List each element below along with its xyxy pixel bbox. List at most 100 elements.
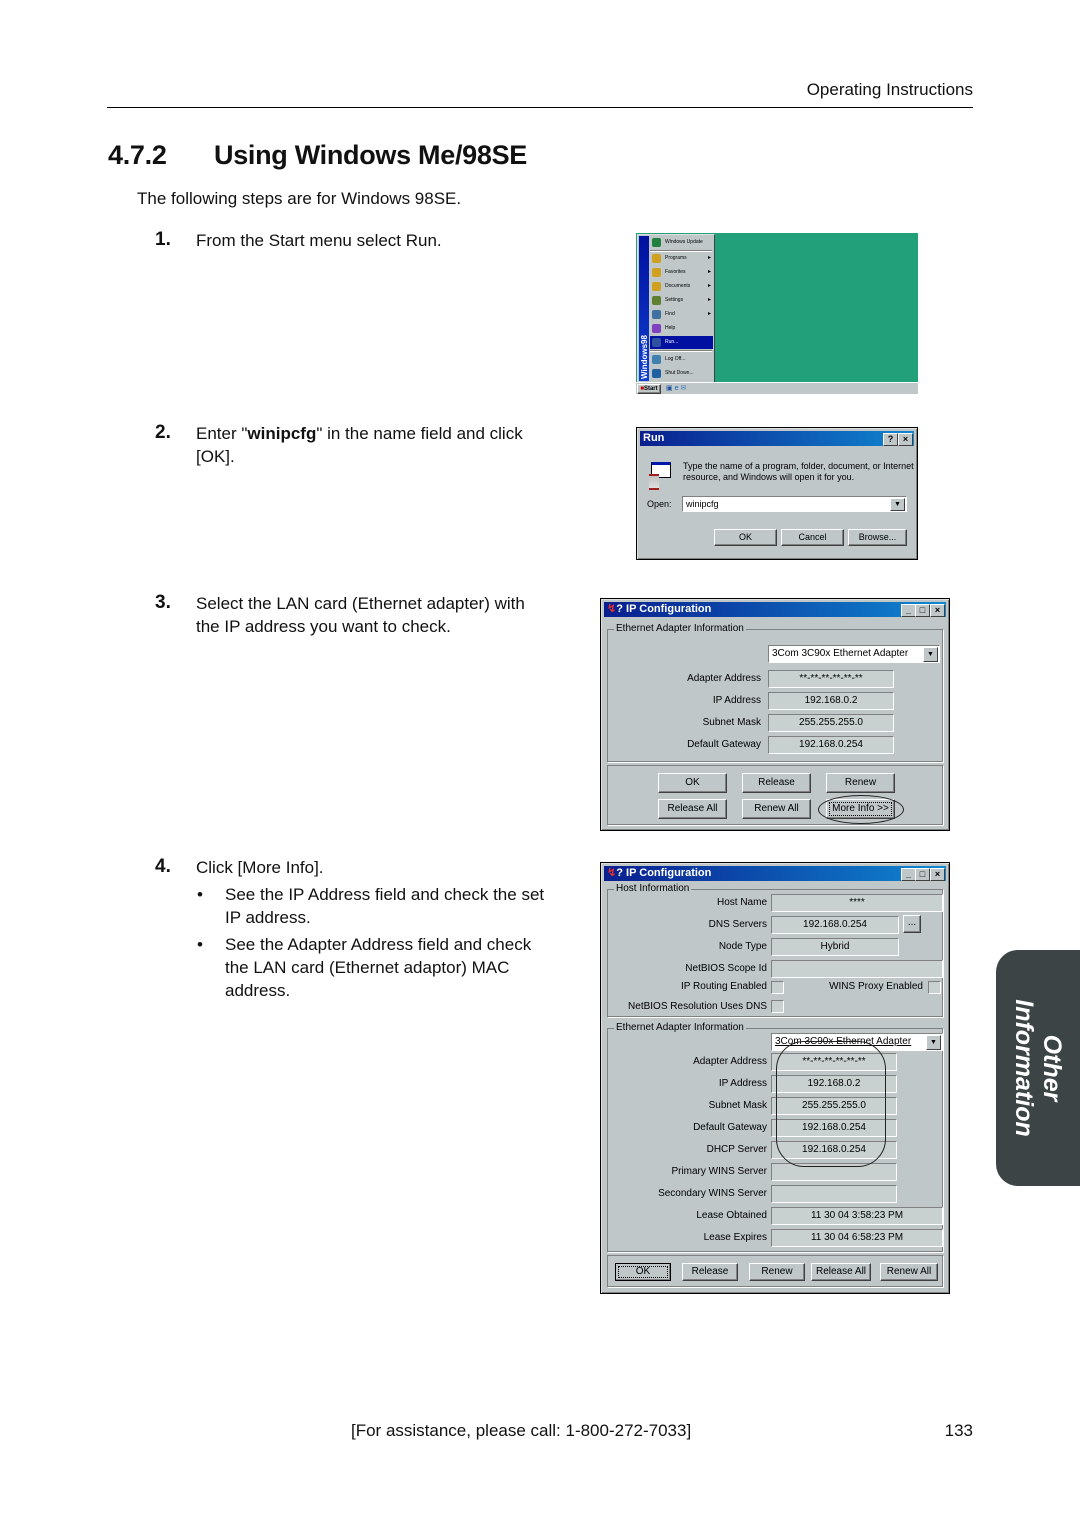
globe-icon bbox=[652, 238, 661, 247]
documents-folder-icon bbox=[652, 282, 661, 291]
submenu-arrow-icon: ▸ bbox=[707, 311, 711, 317]
step-text-line: Select the LAN card (Ethernet adapter) w… bbox=[196, 594, 525, 613]
start-menu-item[interactable]: Settings ▸ bbox=[650, 294, 713, 307]
intro-text: The following steps are for Windows 98SE… bbox=[137, 189, 462, 208]
run-program-icon bbox=[649, 462, 671, 490]
start-menu-screenshot: Windows98 Windows Update Programs ▸ Favorit… bbox=[636, 233, 918, 394]
dns-more-button[interactable]: ... bbox=[903, 915, 921, 933]
start-menu-item[interactable]: Shut Down... bbox=[650, 367, 713, 380]
host-name-field: **** bbox=[771, 894, 943, 912]
netbios-scope-label: NetBIOS Scope Id bbox=[685, 963, 767, 974]
adapter-select-value: 3Com 3C90x Ethernet Adapter bbox=[772, 648, 909, 659]
side-tab-line: Other bbox=[1038, 1034, 1066, 1102]
step-number: 3. bbox=[155, 592, 171, 613]
start-menu-item-label: Windows Update bbox=[665, 239, 703, 245]
field-label: Secondary WINS Server bbox=[658, 1188, 767, 1199]
highlight-ellipse bbox=[776, 1041, 886, 1167]
field-label: Subnet Mask bbox=[708, 1100, 767, 1111]
side-tab: Other Information bbox=[996, 950, 1080, 1186]
quick-launch: ▣ e ✉ bbox=[666, 384, 686, 393]
start-button[interactable]: ■Start bbox=[637, 384, 661, 394]
ip-routing-label: IP Routing Enabled bbox=[681, 981, 767, 992]
run-titlebar: Run ? × bbox=[640, 431, 914, 446]
field-value: **-**-**-**-**-** bbox=[768, 670, 894, 688]
maximize-button[interactable]: □ bbox=[915, 604, 930, 617]
start-menu-item[interactable]: Documents ▸ bbox=[650, 280, 713, 293]
close-button[interactable]: × bbox=[898, 433, 913, 446]
node-type-label: Node Type bbox=[718, 941, 767, 952]
ok-button[interactable]: OK bbox=[658, 773, 727, 793]
netbios-dns-checkbox bbox=[771, 1000, 784, 1013]
start-menu-item-label: Find bbox=[665, 311, 675, 317]
ipconfig-app-icon-q: ? bbox=[616, 603, 623, 615]
start-menu-item[interactable]: Help bbox=[650, 322, 713, 335]
side-tab-label: Other Information bbox=[1010, 999, 1066, 1137]
browse-button[interactable]: Browse... bbox=[848, 529, 907, 546]
start-menu-item-label: Settings bbox=[665, 297, 684, 303]
step-number: 4. bbox=[155, 856, 171, 877]
field-value: 192.168.0.254 bbox=[768, 736, 894, 754]
bullet-line: IP address. bbox=[225, 908, 311, 927]
minimize-button[interactable]: _ bbox=[901, 604, 916, 617]
shut-down-icon bbox=[652, 369, 661, 378]
ipconfig-titlebar: ↯? IP Configuration _ □ × bbox=[604, 866, 946, 881]
submenu-arrow-icon: ▸ bbox=[707, 297, 711, 303]
ok-button[interactable]: OK bbox=[615, 1263, 671, 1281]
ipconfig-detailed-window: ↯? IP Configuration _ □ × Host Informati… bbox=[600, 862, 950, 1294]
release-all-button[interactable]: Release All bbox=[811, 1263, 871, 1281]
submenu-arrow-icon: ▸ bbox=[707, 283, 711, 289]
field-label: Adapter Address bbox=[693, 1056, 767, 1067]
start-menu-item[interactable]: Programs ▸ bbox=[650, 252, 713, 265]
lease-obtained-field: 11 30 04 3:58:23 PM bbox=[771, 1207, 943, 1225]
start-menu-item[interactable]: Favorites ▸ bbox=[650, 266, 713, 279]
submenu-arrow-icon: ▸ bbox=[707, 255, 711, 261]
description-line: resource, and Windows will open it for y… bbox=[683, 472, 855, 482]
close-button[interactable]: × bbox=[930, 604, 945, 617]
show-desktop-icon[interactable]: ▣ bbox=[666, 385, 673, 392]
netbios-scope-field bbox=[771, 960, 943, 978]
ipconfig-app-icon: ↯ bbox=[607, 603, 617, 615]
start-menu-item[interactable]: Windows Update bbox=[650, 236, 713, 249]
adapter-select[interactable]: 3Com 3C90x Ethernet Adapter ▼ bbox=[768, 645, 940, 663]
renew-all-button[interactable]: Renew All bbox=[742, 799, 811, 819]
dropdown-arrow-icon[interactable]: ▼ bbox=[923, 647, 938, 662]
step-text: From the Start menu select Run. bbox=[196, 231, 442, 250]
start-menu-banner: Windows98 bbox=[639, 236, 649, 381]
ip-routing-checkbox bbox=[771, 981, 784, 994]
node-type-field: Hybrid bbox=[771, 938, 899, 956]
dns-servers-field: 192.168.0.254 bbox=[771, 916, 899, 934]
run-icon bbox=[652, 338, 661, 347]
dropdown-arrow-icon[interactable]: ▼ bbox=[890, 498, 905, 511]
close-button[interactable]: × bbox=[930, 868, 945, 881]
page-number: 133 bbox=[944, 1421, 973, 1440]
host-name-label: Host Name bbox=[716, 897, 767, 908]
renew-button[interactable]: Renew bbox=[826, 773, 895, 793]
start-menu-item[interactable]: Log Off... bbox=[650, 353, 713, 366]
renew-button[interactable]: Renew bbox=[749, 1263, 805, 1281]
header-rule bbox=[107, 107, 973, 108]
internet-explorer-icon[interactable]: e bbox=[675, 385, 679, 392]
maximize-button[interactable]: □ bbox=[915, 868, 930, 881]
step-text-line: the IP address you want to check. bbox=[196, 617, 451, 636]
minimize-button[interactable]: _ bbox=[901, 868, 916, 881]
help-button[interactable]: ? bbox=[883, 433, 898, 446]
ipconfig-app-icon-q: ? bbox=[616, 867, 623, 879]
start-menu-item[interactable]: Find ▸ bbox=[650, 308, 713, 321]
taskbar: ■Start ▣ e ✉ bbox=[636, 382, 918, 394]
favorites-folder-icon bbox=[652, 268, 661, 277]
dropdown-arrow-icon[interactable]: ▼ bbox=[926, 1035, 941, 1050]
outlook-express-icon[interactable]: ✉ bbox=[680, 385, 686, 392]
step-number: 2. bbox=[155, 422, 171, 443]
start-menu-item[interactable]: Run... bbox=[650, 336, 713, 349]
bullet-text: See the Adapter Address field and check t… bbox=[225, 933, 531, 1002]
release-button[interactable]: Release bbox=[742, 773, 811, 793]
ok-button[interactable]: OK bbox=[714, 529, 777, 546]
help-book-icon bbox=[652, 324, 661, 333]
open-input-value[interactable]: winipcfg bbox=[686, 499, 719, 509]
release-button[interactable]: Release bbox=[682, 1263, 738, 1281]
wins-proxy-checkbox bbox=[928, 981, 941, 994]
renew-all-button[interactable]: Renew All bbox=[880, 1263, 938, 1281]
cancel-button[interactable]: Cancel bbox=[781, 529, 844, 546]
open-combobox[interactable]: winipcfg ▼ bbox=[682, 496, 907, 512]
release-all-button[interactable]: Release All bbox=[658, 799, 727, 819]
